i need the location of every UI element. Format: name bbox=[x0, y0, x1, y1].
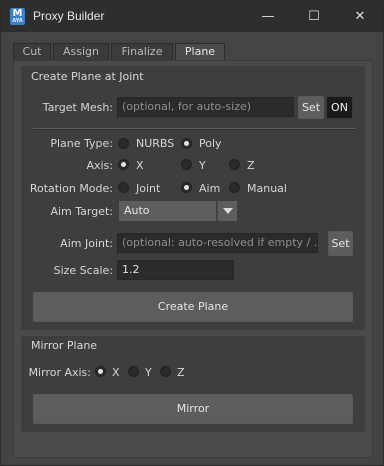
minimize-icon: — bbox=[261, 9, 275, 24]
axis-z-label[interactable]: Z bbox=[247, 159, 255, 172]
target-mesh-field[interactable]: (optional, for auto-size) bbox=[117, 97, 294, 117]
target-mesh-label: Target Mesh: bbox=[42, 101, 113, 114]
mirror-axis-z-label[interactable]: Z bbox=[177, 366, 185, 379]
axis-y-label[interactable]: Y bbox=[199, 159, 206, 172]
rotation-joint-radio[interactable] bbox=[118, 182, 129, 193]
rotation-aim-label[interactable]: Aim bbox=[199, 182, 220, 195]
rotation-joint-label[interactable]: Joint bbox=[136, 182, 160, 195]
title-bar[interactable]: M AYA Proxy Builder — ☐ ✕ bbox=[1, 1, 383, 32]
tab-cut[interactable]: Cut bbox=[13, 43, 51, 61]
close-icon: ✕ bbox=[354, 9, 366, 24]
aim-target-dropdown[interactable]: Auto bbox=[119, 201, 216, 221]
window-title: Proxy Builder bbox=[33, 9, 105, 23]
rotation-manual-radio[interactable] bbox=[229, 182, 240, 193]
axis-label: Axis: bbox=[86, 159, 113, 172]
minimize-button[interactable]: — bbox=[245, 1, 291, 32]
plane-type-nurbs-label[interactable]: NURBS bbox=[136, 137, 174, 150]
mirror-plane-frame-title: Mirror Plane bbox=[31, 339, 98, 352]
maximize-button[interactable]: ☐ bbox=[291, 1, 337, 32]
separator-shadow bbox=[33, 129, 355, 130]
mirror-axis-label: Mirror Axis: bbox=[28, 366, 91, 379]
rotation-manual-label[interactable]: Manual bbox=[247, 182, 287, 195]
create-plane-frame-title: Create Plane at Joint bbox=[31, 70, 144, 83]
tab-assign[interactable]: Assign bbox=[53, 43, 109, 61]
plane-type-label: Plane Type: bbox=[50, 137, 113, 150]
axis-x-radio[interactable] bbox=[118, 159, 129, 170]
rotation-mode-label: Rotation Mode: bbox=[29, 182, 113, 195]
aim-target-label: Aim Target: bbox=[50, 205, 113, 218]
chevron-down-icon[interactable] bbox=[217, 201, 237, 221]
aim-joint-label: Aim Joint: bbox=[60, 237, 113, 250]
plane-type-poly-radio[interactable] bbox=[181, 138, 192, 149]
aim-joint-field[interactable]: (optional: auto-resolved if empty / ... bbox=[117, 233, 318, 253]
axis-z-radio[interactable] bbox=[229, 159, 240, 170]
axis-y-radio[interactable] bbox=[181, 159, 192, 170]
size-scale-label: Size Scale: bbox=[53, 264, 113, 277]
proxy-builder-window: M AYA Proxy Builder — ☐ ✕ Cut Assign Fin… bbox=[0, 0, 384, 466]
tab-finalize[interactable]: Finalize bbox=[111, 43, 173, 61]
app-icon-sub: AYA bbox=[12, 18, 23, 24]
close-button[interactable]: ✕ bbox=[337, 1, 383, 32]
mirror-axis-y-label[interactable]: Y bbox=[145, 366, 152, 379]
aim-joint-set-button[interactable]: Set bbox=[328, 231, 353, 256]
axis-x-label[interactable]: X bbox=[136, 159, 144, 172]
size-scale-field[interactable]: 1.2 bbox=[117, 260, 234, 280]
plane-type-nurbs-radio[interactable] bbox=[118, 138, 129, 149]
mirror-axis-x-radio[interactable] bbox=[95, 366, 106, 377]
maya-app-icon: M AYA bbox=[10, 8, 25, 25]
mirror-axis-x-label[interactable]: X bbox=[112, 366, 120, 379]
rotation-aim-radio[interactable] bbox=[181, 182, 192, 193]
create-plane-button[interactable]: Create Plane bbox=[33, 292, 353, 322]
mirror-axis-y-radio[interactable] bbox=[128, 366, 139, 377]
auto-size-on-toggle[interactable]: ON bbox=[326, 96, 353, 119]
maximize-icon: ☐ bbox=[308, 9, 320, 24]
mirror-button[interactable]: Mirror bbox=[33, 394, 353, 424]
mirror-axis-z-radio[interactable] bbox=[160, 366, 171, 377]
plane-type-poly-label[interactable]: Poly bbox=[199, 137, 222, 150]
target-mesh-set-button[interactable]: Set bbox=[298, 96, 324, 119]
